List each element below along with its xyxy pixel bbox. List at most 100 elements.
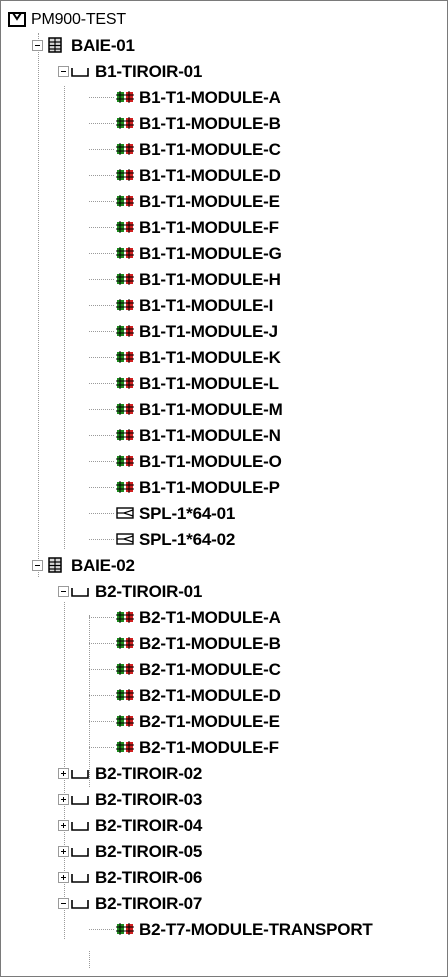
tree-guide-line	[89, 951, 90, 968]
tree-connector-line	[89, 539, 114, 540]
tree-node-baie-01[interactable]: BAIE-01	[1, 33, 447, 59]
tree-node-label: B2-TIROIR-01	[95, 582, 203, 601]
expand-icon[interactable]	[58, 794, 69, 805]
tree-node-label: B1-T1-MODULE-M	[139, 400, 283, 419]
tree-node-label: B2-T1-MODULE-C	[139, 660, 281, 679]
drawer-icon	[70, 894, 90, 912]
tree-node-tiroir[interactable]: B2-TIROIR-02	[1, 761, 447, 787]
module-icon	[115, 322, 135, 340]
module-icon	[115, 114, 135, 132]
tree-node-tiroir[interactable]: B2-TIROIR-04	[1, 813, 447, 839]
tree-connector-line	[89, 201, 114, 202]
tree-node-label: SPL-1*64-02	[139, 530, 236, 549]
tree-connector-line	[89, 123, 114, 124]
collapse-icon[interactable]	[32, 40, 43, 51]
tree-node-label: B2-T1-MODULE-D	[139, 686, 281, 705]
tree-node-splitter[interactable]: SPL-1*64-01	[1, 501, 447, 527]
tree-node-module[interactable]: B1-T1-MODULE-I	[1, 293, 447, 319]
tree-node-b2-tiroir-01[interactable]: B2-TIROIR-01	[1, 579, 447, 605]
tree-node-b2-tiroir-07[interactable]: B2-TIROIR-07	[1, 891, 447, 917]
tree-node-tiroir[interactable]: B2-TIROIR-06	[1, 865, 447, 891]
collapse-icon[interactable]	[58, 586, 69, 597]
tree-node-tiroir[interactable]: B2-TIROIR-05	[1, 839, 447, 865]
module-icon	[115, 738, 135, 756]
tree-node-label: B1-T1-MODULE-H	[139, 270, 281, 289]
tree-node-baie-02[interactable]: BAIE-02	[1, 553, 447, 579]
tree-node-label: B2-T1-MODULE-B	[139, 634, 281, 653]
tree-node-label: B2-T1-MODULE-E	[139, 712, 280, 731]
tree-node-label: B1-T1-MODULE-B	[139, 114, 281, 133]
tree-node-label: B1-T1-MODULE-P	[139, 478, 280, 497]
module-icon	[115, 686, 135, 704]
tree-connector-line	[89, 695, 114, 696]
tree-node-label: B2-TIROIR-07	[95, 894, 203, 913]
module-icon	[115, 608, 135, 626]
tree-connector-line	[89, 357, 114, 358]
tree-node-module[interactable]: B2-T1-MODULE-A	[1, 605, 447, 631]
tree-node-module[interactable]: B2-T1-MODULE-E	[1, 709, 447, 735]
tree-node-module[interactable]: B1-T1-MODULE-N	[1, 423, 447, 449]
module-icon	[115, 400, 135, 418]
tree-connector-line	[89, 617, 114, 618]
module-icon	[115, 348, 135, 366]
module-icon	[115, 712, 135, 730]
tree-node-label: B2-T1-MODULE-F	[139, 738, 279, 757]
tree-root[interactable]: PM900-TEST	[1, 7, 447, 33]
module-icon	[115, 660, 135, 678]
splitter-icon	[115, 504, 135, 522]
network-root-icon	[7, 10, 27, 28]
splitter-icon	[115, 530, 135, 548]
tree-node-module[interactable]: B2-T1-MODULE-B	[1, 631, 447, 657]
collapse-icon[interactable]	[58, 898, 69, 909]
expand-icon[interactable]	[58, 768, 69, 779]
module-icon	[115, 244, 135, 262]
module-icon	[115, 192, 135, 210]
expand-icon[interactable]	[58, 872, 69, 883]
tree-connector-line	[89, 643, 114, 644]
tree-node-module[interactable]: B2-T1-MODULE-C	[1, 657, 447, 683]
tree-node-module[interactable]: B1-T1-MODULE-H	[1, 267, 447, 293]
module-icon	[115, 478, 135, 496]
tree-node-label: B1-TIROIR-01	[95, 62, 203, 81]
tree-node-label: B1-T1-MODULE-A	[139, 88, 281, 107]
tree-node-module[interactable]: B2-T7-MODULE-TRANSPORT	[1, 917, 447, 943]
tree-node-label: B2-TIROIR-06	[95, 868, 203, 887]
tree-node-module[interactable]: B1-T1-MODULE-D	[1, 163, 447, 189]
expand-icon[interactable]	[58, 846, 69, 857]
tree-node-module[interactable]: B2-T1-MODULE-F	[1, 735, 447, 761]
tree-node-label: B2-T7-MODULE-TRANSPORT	[139, 920, 373, 939]
tree-node-module[interactable]: B1-T1-MODULE-O	[1, 449, 447, 475]
tree-node-module[interactable]: B1-T1-MODULE-B	[1, 111, 447, 137]
tree-node-label: BAIE-01	[71, 36, 135, 55]
tree-node-b1-tiroir-01[interactable]: B1-TIROIR-01	[1, 59, 447, 85]
tree-node-tiroir[interactable]: B2-TIROIR-03	[1, 787, 447, 813]
tree-node-label: PM900-TEST	[31, 11, 126, 28]
tree-node-module[interactable]: B1-T1-MODULE-G	[1, 241, 447, 267]
tree-node-label: B1-T1-MODULE-D	[139, 166, 281, 185]
tree-node-label: B1-T1-MODULE-J	[139, 322, 278, 341]
drawer-icon	[70, 842, 90, 860]
tree-node-module[interactable]: B2-T1-MODULE-D	[1, 683, 447, 709]
tree-connector-line	[89, 487, 114, 488]
module-icon	[115, 88, 135, 106]
tree-node-module[interactable]: B1-T1-MODULE-M	[1, 397, 447, 423]
tree-node-module[interactable]: B1-T1-MODULE-P	[1, 475, 447, 501]
tree-node-module[interactable]: B1-T1-MODULE-E	[1, 189, 447, 215]
drawer-icon	[70, 790, 90, 808]
tree-connector-line	[89, 279, 114, 280]
module-icon	[115, 634, 135, 652]
collapse-icon[interactable]	[32, 560, 43, 571]
collapse-icon[interactable]	[58, 66, 69, 77]
expand-icon[interactable]	[58, 820, 69, 831]
tree-node-module[interactable]: B1-T1-MODULE-C	[1, 137, 447, 163]
tree-node-label: B1-T1-MODULE-F	[139, 218, 279, 237]
tree-node-module[interactable]: B1-T1-MODULE-J	[1, 319, 447, 345]
tree-node-module[interactable]: B1-T1-MODULE-L	[1, 371, 447, 397]
tree-node-module[interactable]: B1-T1-MODULE-F	[1, 215, 447, 241]
tree-node-module[interactable]: B1-T1-MODULE-K	[1, 345, 447, 371]
tree-node-label: B2-TIROIR-03	[95, 790, 203, 809]
tree-node-splitter[interactable]: SPL-1*64-02	[1, 527, 447, 553]
tree-node-module[interactable]: B1-T1-MODULE-A	[1, 85, 447, 111]
tree-view-panel: PM900-TEST BAIE-01 B1-TIROIR-01 B1-T1-MODUL…	[0, 0, 448, 977]
module-icon	[115, 270, 135, 288]
